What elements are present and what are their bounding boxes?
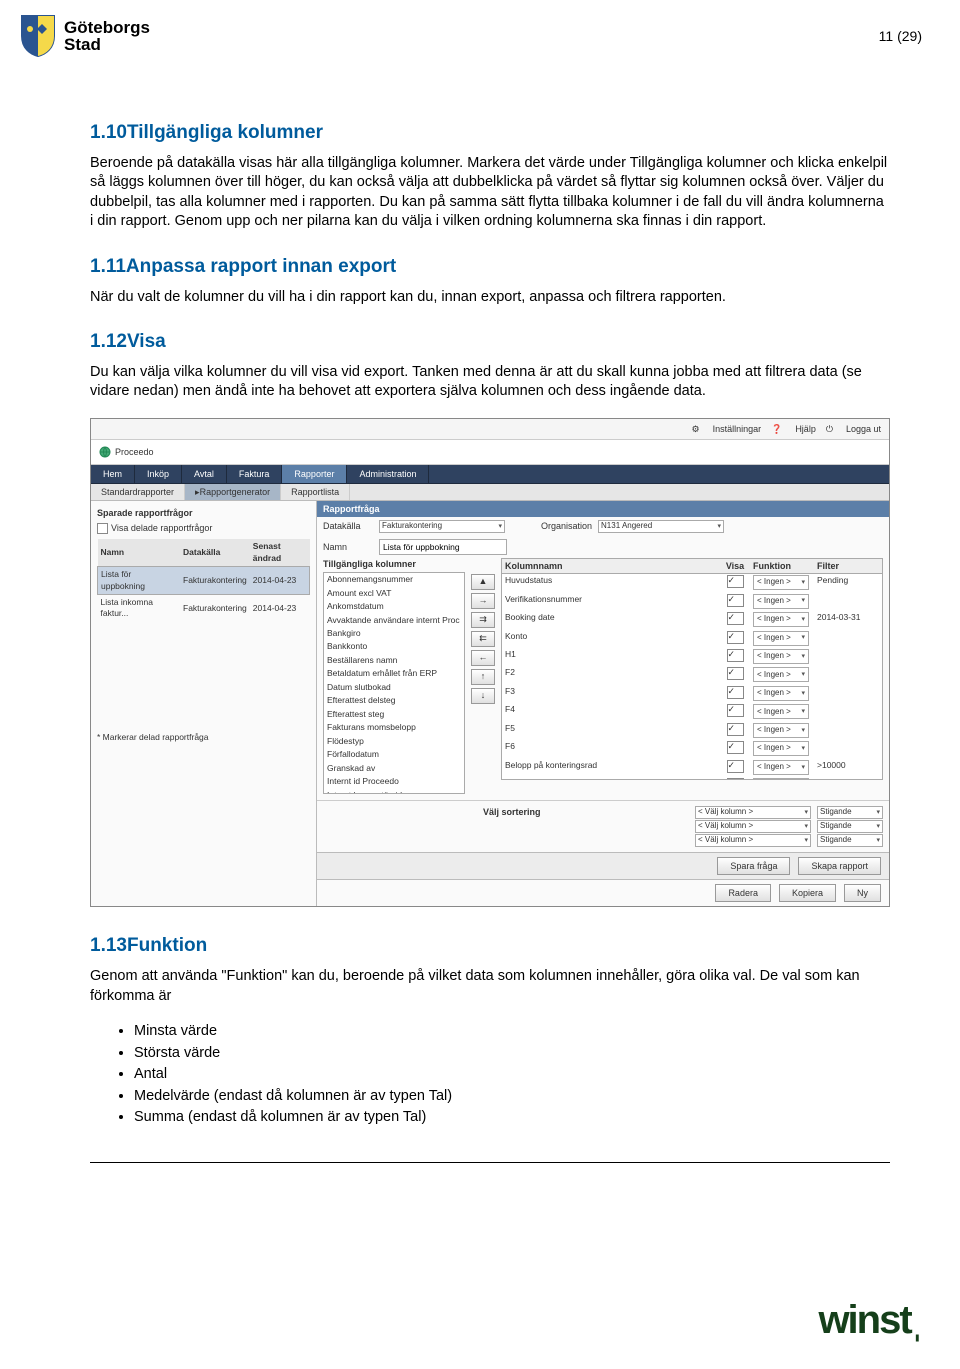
shared-footnote: * Markerar delad rapportfråga (97, 732, 310, 743)
settings-link[interactable]: ⚙ Inställningar (691, 423, 761, 435)
move-button[interactable]: ↑ (471, 669, 495, 685)
brand-bar: Proceedo (91, 440, 889, 465)
new-button[interactable]: Ny (844, 884, 881, 902)
help-link[interactable]: ❓ Hjälp (771, 423, 816, 435)
chosen-col-row[interactable]: Konto< Ingen > (502, 630, 882, 648)
globe-icon (99, 446, 111, 458)
page-number: 11 (29) (879, 28, 922, 44)
para-1-11: När du valt de kolumner du vill ha i din… (90, 288, 890, 308)
chosen-col-row[interactable]: F2< Ingen > (502, 666, 882, 684)
logout-link[interactable]: ⏻ Logga ut (826, 423, 881, 435)
chosen-col-row[interactable]: F3< Ingen > (502, 685, 882, 703)
chosen-col-row[interactable]: F5< Ingen > (502, 722, 882, 740)
move-button[interactable]: ↓ (471, 688, 495, 704)
available-col-item[interactable]: Ankomstdatum (324, 600, 464, 613)
chosen-col-row[interactable]: F6< Ingen > (502, 740, 882, 758)
heading-1-11: 1.11Anpassa rapport innan export (90, 254, 890, 280)
chosen-col-row[interactable]: Huvudstatus< Ingen >Pending (502, 574, 882, 592)
footer-logo: winstˌ (818, 1298, 922, 1343)
datasource-select[interactable]: Fakturakontering (379, 520, 505, 533)
header-logo: Göteborgs Stad (20, 14, 150, 58)
heading-1-12: 1.12Visa (90, 329, 890, 355)
chosen-col-row[interactable]: F7< Ingen > (502, 777, 882, 780)
nav-tab[interactable]: Avtal (182, 465, 227, 483)
function-list-item: Största värde (134, 1044, 890, 1064)
sort-dir-3[interactable]: Stigande (817, 834, 883, 847)
available-col-item[interactable]: Avvaktande användare internt Proc (324, 614, 464, 627)
para-1-12: Du kan välja vilka kolumner du vill visa… (90, 363, 890, 402)
available-columns-list[interactable]: AbonnemangsnummerAmount excl VATAnkomstd… (323, 572, 465, 794)
footer-rule (90, 1162, 890, 1163)
city-shield-icon (20, 14, 56, 58)
nav-tab[interactable]: Hem (91, 465, 135, 483)
nav-tab[interactable]: Administration (347, 465, 429, 483)
sort-col-3[interactable]: < Välj kolumn > (695, 834, 811, 847)
para-1-13: Genom att använda "Funktion" kan du, ber… (90, 967, 890, 1006)
available-col-item[interactable]: Betaldatum erhållet från ERP (324, 667, 464, 680)
sub-tab[interactable]: Standardrapporter (91, 484, 185, 500)
function-list-item: Minsta värde (134, 1022, 890, 1042)
chosen-columns-list[interactable]: Huvudstatus< Ingen >PendingVerifikations… (501, 573, 883, 780)
show-shared-checkbox[interactable] (97, 523, 108, 534)
query-head: Rapportfråga (317, 501, 889, 517)
logo-line2: Stad (64, 36, 150, 53)
embedded-screenshot: ⚙ Inställningar ❓ Hjälp ⏻ Logga ut Proce… (90, 418, 890, 908)
available-col-item[interactable]: Flödestyp (324, 735, 464, 748)
name-input[interactable] (379, 539, 507, 555)
available-col-item[interactable]: Internt leverantörsid (324, 789, 464, 795)
move-button[interactable]: ⇇ (471, 631, 495, 647)
available-col-item[interactable]: Datum slutbokad (324, 681, 464, 694)
available-col-item[interactable]: Beställarens namn (324, 654, 464, 667)
function-list-item: Summa (endast då kolumnen är av typen Ta… (134, 1108, 890, 1128)
move-button[interactable]: ← (471, 650, 495, 666)
available-col-item[interactable]: Bankgiro (324, 627, 464, 640)
logo-line1: Göteborgs (64, 19, 150, 36)
nav-tab[interactable]: Inköp (135, 465, 182, 483)
sub-tab[interactable]: Rapportlista (281, 484, 350, 500)
chosen-col-row[interactable]: Belopp på konteringsrad< Ingen >>10000 (502, 759, 882, 777)
move-button[interactable]: ⇉ (471, 612, 495, 628)
available-col-item[interactable]: Internt id Proceedo (324, 775, 464, 788)
create-report-button[interactable]: Skapa rapport (798, 857, 881, 875)
para-1-10: Beroende på datakälla visas här alla til… (90, 154, 890, 232)
saved-query-row[interactable]: Lista inkomna faktur...Fakturakontering2… (98, 595, 310, 622)
org-select[interactable]: N131 Angered (598, 520, 724, 533)
function-list-item: Medelvärde (endast då kolumnen är av typ… (134, 1087, 890, 1107)
chosen-col-row[interactable]: F4< Ingen > (502, 703, 882, 721)
save-query-button[interactable]: Spara fråga (717, 857, 790, 875)
function-list-item: Antal (134, 1065, 890, 1085)
sort-col-1[interactable]: < Välj kolumn > (695, 806, 811, 819)
nav-tab[interactable]: Rapporter (282, 465, 347, 483)
nav-tab[interactable]: Faktura (227, 465, 283, 483)
move-button[interactable]: → (471, 593, 495, 609)
sub-tab[interactable]: ▸Rapportgenerator (185, 484, 281, 500)
available-col-item[interactable]: Efterattest steg (324, 708, 464, 721)
sort-col-2[interactable]: < Välj kolumn > (695, 820, 811, 833)
chosen-col-row[interactable]: Booking date< Ingen >2014-03-31 (502, 611, 882, 629)
move-button[interactable]: ▲ (471, 574, 495, 590)
available-col-item[interactable]: Amount excl VAT (324, 587, 464, 600)
saved-queries-title: Sparade rapportfrågor (97, 507, 310, 519)
saved-query-row[interactable]: Lista för uppbokningFakturakontering2014… (98, 567, 310, 595)
heading-1-13: 1.13Funktion (90, 933, 890, 959)
available-col-item[interactable]: Granskad av (324, 762, 464, 775)
available-col-item[interactable]: Fakturans momsbelopp (324, 721, 464, 734)
chosen-col-row[interactable]: Verifikationsnummer< Ingen > (502, 593, 882, 611)
sort-dir-1[interactable]: Stigande (817, 806, 883, 819)
heading-1-10: 1.10Tillgängliga kolumner (90, 120, 890, 146)
delete-button[interactable]: Radera (715, 884, 771, 902)
available-col-item[interactable]: Abonnemangsnummer (324, 573, 464, 586)
sort-dir-2[interactable]: Stigande (817, 820, 883, 833)
available-col-item[interactable]: Efterattest delsteg (324, 694, 464, 707)
available-col-item[interactable]: Förfallodatum (324, 748, 464, 761)
chosen-col-row[interactable]: H1< Ingen > (502, 648, 882, 666)
copy-button[interactable]: Kopiera (779, 884, 836, 902)
available-col-item[interactable]: Bankkonto (324, 640, 464, 653)
